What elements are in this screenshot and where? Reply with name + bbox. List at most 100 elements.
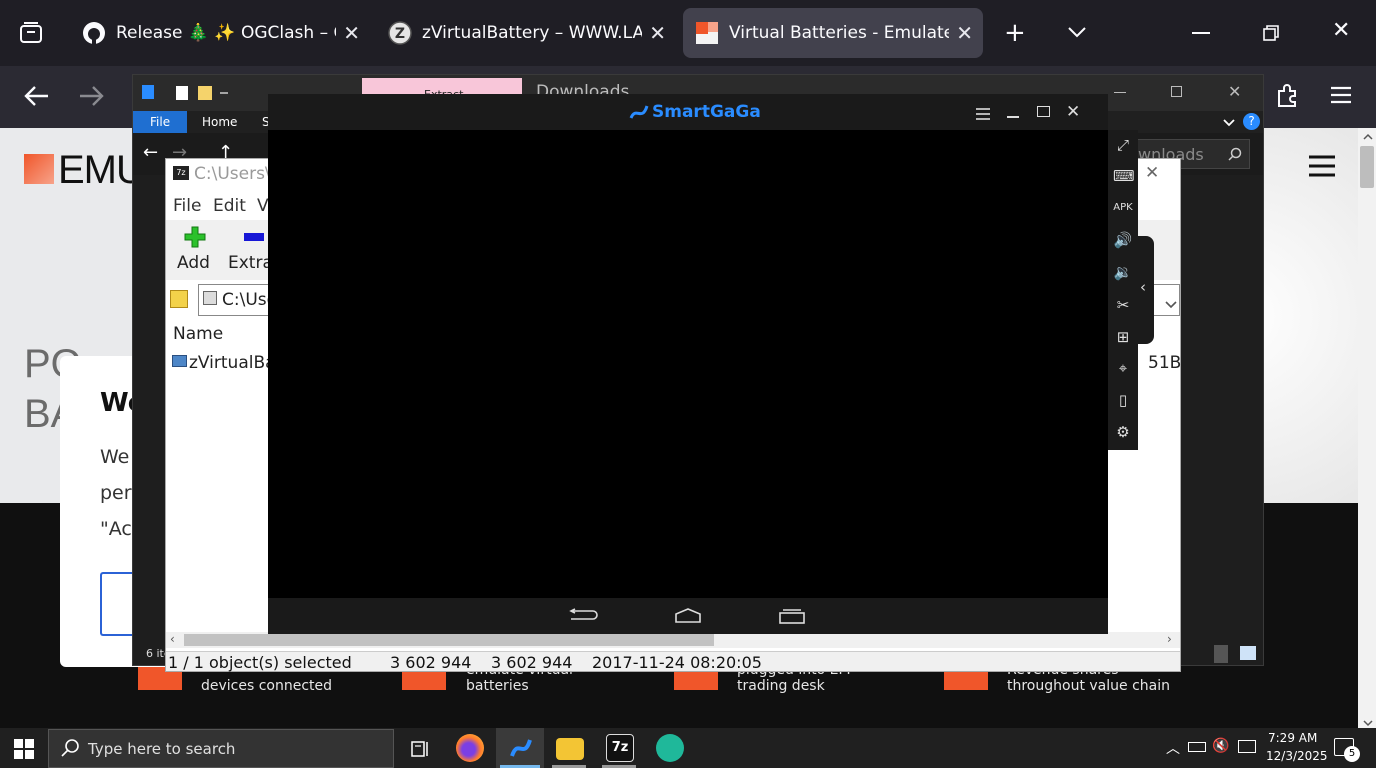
tab-title: zVirtualBattery – WWW.LAB <box>422 23 642 43</box>
multi-instance-icon[interactable]: ⊞ <box>1113 327 1133 347</box>
add-icon[interactable] <box>184 226 206 252</box>
details-view-icon[interactable] <box>1214 645 1228 663</box>
menu-icon[interactable] <box>1330 86 1352 108</box>
cookie-dialog-text-3: "Ac <box>100 518 132 540</box>
svg-text:Z: Z <box>395 26 405 42</box>
battery-tray-icon[interactable] <box>1188 742 1206 752</box>
hamburger-menu-icon[interactable] <box>1308 154 1336 182</box>
ribbon-file-label: File <box>150 115 171 129</box>
restore-icon[interactable] <box>1262 24 1280 46</box>
add-button-label[interactable]: Add <box>177 253 210 273</box>
sevenzip-hscrollbar-thumb[interactable] <box>184 634 714 646</box>
tab-title: Virtual Batteries - Emulate E <box>729 23 949 43</box>
android-home-icon[interactable] <box>674 608 702 628</box>
screenshot-cut-icon[interactable]: ✂ <box>1113 295 1133 315</box>
zvirtualbattery-favicon-icon: Z <box>388 21 412 45</box>
close-icon[interactable]: ✕ <box>649 21 666 45</box>
location-icon[interactable]: ⌖ <box>1113 358 1133 378</box>
sevenzip-menu-file[interactable]: File <box>173 196 201 216</box>
network-icon[interactable] <box>1238 740 1256 753</box>
smartgaga-maximize-icon[interactable] <box>1037 106 1050 117</box>
logo-text: EMU <box>58 148 145 192</box>
back-icon[interactable] <box>22 84 50 112</box>
clock-time[interactable]: 7:29 AM <box>1268 731 1317 745</box>
scroll-left-icon[interactable]: ‹ <box>170 632 175 646</box>
windows-start-icon[interactable] <box>14 739 34 763</box>
smartgaga-close-icon[interactable]: ✕ <box>1066 102 1080 122</box>
address-dropdown-icon[interactable] <box>1165 294 1177 313</box>
new-tab-icon[interactable]: + <box>1004 18 1026 48</box>
tiles-view-icon[interactable] <box>1240 646 1256 660</box>
firefox-icon[interactable] <box>456 734 484 762</box>
webpage-scrollbar[interactable] <box>1358 128 1376 728</box>
column-header-name[interactable]: Name <box>173 324 223 344</box>
explorer-maximize-icon[interactable] <box>1171 86 1182 97</box>
ribbon-home-label[interactable]: Home <box>202 115 237 129</box>
task-view-icon[interactable] <box>410 739 430 763</box>
volume-up-icon[interactable]: 🔊 <box>1113 230 1133 250</box>
logo-icon <box>24 154 54 184</box>
keyboard-icon[interactable]: ⌨ <box>1113 166 1135 186</box>
tab-list-icon[interactable] <box>18 20 44 46</box>
smartgaga-menu-icon[interactable] <box>975 106 991 125</box>
tab-virtual-batteries[interactable]: Virtual Batteries - Emulate E ✕ <box>683 8 983 58</box>
status-selected: 1 / 1 object(s) selected <box>168 653 352 672</box>
file-explorer-icon[interactable] <box>556 738 584 760</box>
extract-icon[interactable] <box>244 233 264 241</box>
folder-up-icon[interactable] <box>170 290 188 308</box>
settings-gear-icon[interactable]: ⚙ <box>1113 422 1133 442</box>
apk-install-icon[interactable]: APK <box>1113 198 1133 218</box>
file-row-size-fragment: 51B <box>1148 353 1182 373</box>
sevenzip-menu-view[interactable]: V <box>257 196 269 216</box>
emulate-favicon-icon <box>695 21 719 45</box>
android-recents-icon[interactable] <box>778 608 806 628</box>
volume-muted-icon[interactable]: 🔇 <box>1212 738 1229 754</box>
battery-app-icon[interactable] <box>656 734 684 762</box>
status-packed: 3 602 944 <box>491 653 573 672</box>
explorer-nav-pane <box>133 175 166 665</box>
smartgaga-window[interactable] <box>268 94 1108 634</box>
tab-zvirtualbattery[interactable]: Z zVirtualBattery – WWW.LAB ✕ <box>376 8 676 58</box>
sevenzip-menu-edit[interactable]: Edit <box>213 196 246 216</box>
minimize-icon[interactable] <box>1192 32 1210 34</box>
scroll-up-icon[interactable] <box>1362 128 1374 147</box>
sevenzip-app-icon: 7z <box>173 166 189 180</box>
show-hidden-icons-icon[interactable]: ︿ <box>1166 738 1180 758</box>
extensions-icon[interactable] <box>1274 82 1300 112</box>
shake-icon[interactable]: ▯ <box>1113 390 1133 410</box>
address-app-icon <box>203 291 217 305</box>
status-modified: 2017-11-24 08:20:05 <box>592 653 762 672</box>
status-size: 3 602 944 <box>390 653 472 672</box>
volume-down-icon[interactable]: 🔉 <box>1113 262 1133 282</box>
sevenzip-taskbar-icon[interactable]: 7z <box>606 734 634 762</box>
explorer-right-pane <box>1181 175 1263 665</box>
close-window-icon[interactable]: ✕ <box>1332 18 1350 43</box>
close-icon[interactable]: ✕ <box>956 21 973 45</box>
android-back-icon[interactable] <box>569 608 599 628</box>
file-row-icon <box>172 355 187 367</box>
smartgaga-logo-icon <box>628 102 650 126</box>
explorer-minimize-icon[interactable] <box>1114 92 1126 93</box>
scroll-right-icon[interactable]: › <box>1167 632 1172 646</box>
explorer-ribbon-expand-icon[interactable] <box>1222 114 1236 133</box>
help-icon[interactable]: ? <box>1243 113 1260 130</box>
sevenzip-title: C:\Users\ <box>194 164 271 184</box>
explorer-back-icon[interactable]: ← <box>143 142 158 163</box>
chevron-left-icon[interactable]: ‹ <box>1140 278 1146 296</box>
search-icon[interactable] <box>1228 146 1242 165</box>
forward-icon[interactable] <box>78 84 106 112</box>
smartgaga-taskbar-icon[interactable] <box>506 734 534 766</box>
chevron-down-icon[interactable] <box>1066 24 1088 44</box>
taskbar-search-placeholder: Type here to search <box>88 740 236 758</box>
clock-date[interactable]: 12/3/2025 <box>1266 749 1328 763</box>
webpage-scrollbar-thumb[interactable] <box>1360 146 1374 188</box>
smartgaga-title: SmartGaGa <box>652 102 761 122</box>
stat-1-text: devices connected <box>201 678 333 694</box>
tab-ogclash[interactable]: Release 🎄 ✨ OGClash – Cl ✕ <box>70 8 370 58</box>
sevenzip-close-icon[interactable]: ✕ <box>1145 163 1159 183</box>
file-row-name[interactable]: zVirtualBa <box>189 353 276 373</box>
close-icon[interactable]: ✕ <box>343 21 360 45</box>
explorer-close-icon[interactable]: ✕ <box>1228 82 1241 101</box>
fullscreen-icon[interactable]: ⤢ <box>1113 135 1133 155</box>
smartgaga-minimize-icon[interactable] <box>1007 116 1019 118</box>
